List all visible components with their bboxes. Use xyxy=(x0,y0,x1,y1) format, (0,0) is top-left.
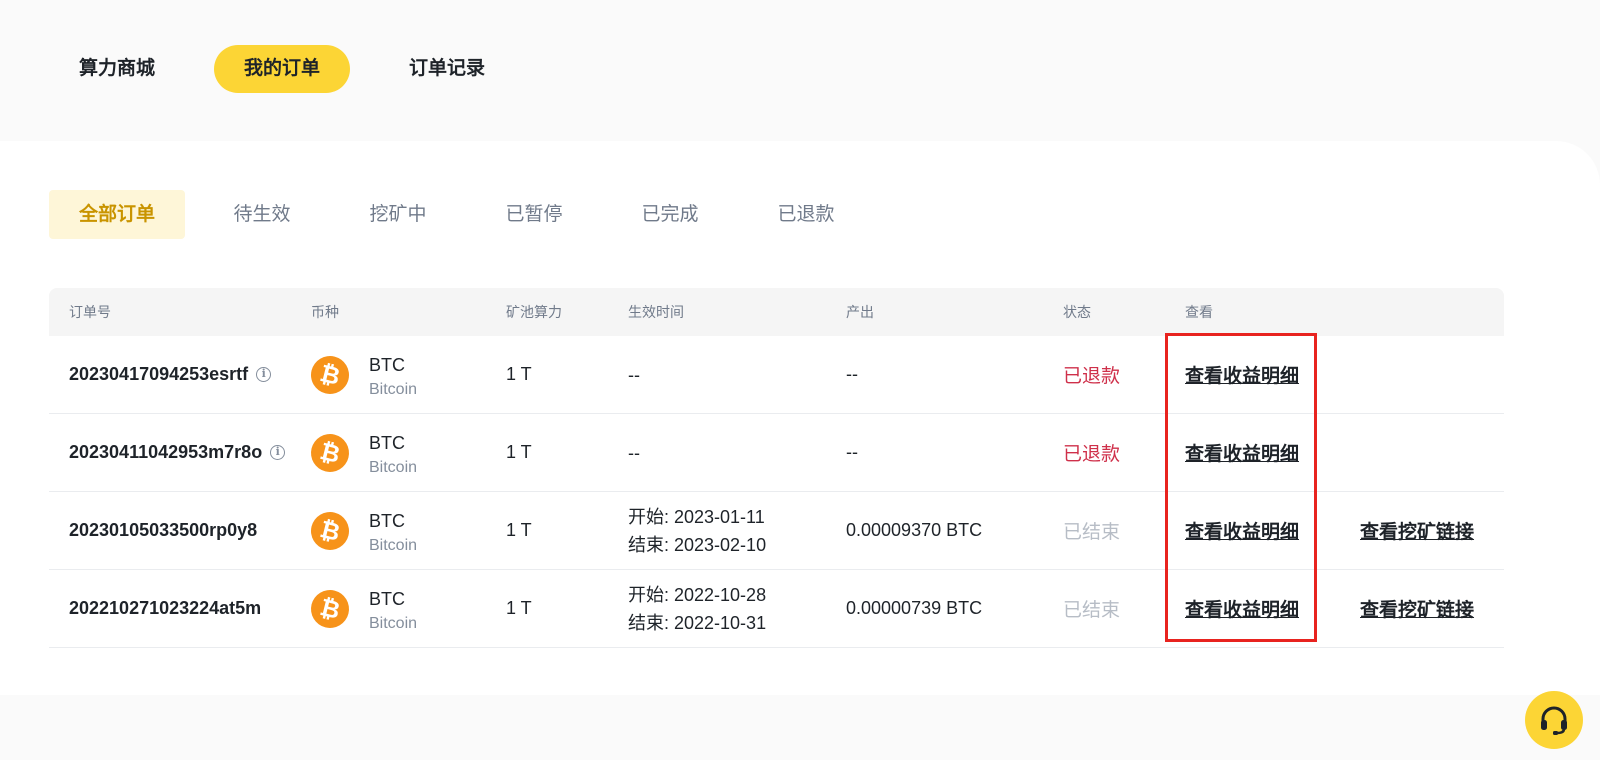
output-value: 0.00009370 BTC xyxy=(846,520,983,540)
coin-name: Bitcoin xyxy=(369,537,418,554)
coin-symbol: BTC xyxy=(369,589,405,609)
time-start: 开始: 2023-01-11 xyxy=(628,506,765,527)
view-earnings-link[interactable]: 查看收益明细 xyxy=(1185,439,1299,466)
mining-link-cell: 查看挖矿链接 xyxy=(1360,492,1474,569)
table-header: 订单号 币种 矿池算力 生效时间 产出 状态 查看 xyxy=(49,288,1504,336)
filter-mining[interactable]: 挖矿中 xyxy=(358,190,438,239)
order-id: 202210271023224at5m xyxy=(69,598,262,618)
header-pool-hashrate: 矿池算力 xyxy=(506,304,562,320)
status-badge: 已结束 xyxy=(1063,600,1121,621)
view-earnings-cell: 查看收益明细 xyxy=(1185,336,1299,413)
bitcoin-icon: ₿ xyxy=(306,507,354,554)
filter-refunded[interactable]: 已退款 xyxy=(766,190,846,239)
hashrate-value: 1 T xyxy=(506,442,532,462)
info-icon[interactable]: i xyxy=(270,445,286,460)
status-badge: 已结束 xyxy=(1063,522,1121,543)
filter-pending[interactable]: 待生效 xyxy=(222,190,302,239)
coin-name: Bitcoin xyxy=(369,459,418,476)
view-mining-link[interactable]: 查看挖矿链接 xyxy=(1360,517,1474,544)
table-row: 20230105033500rp0y8 ₿ BTC Bitcoin 1 T 开始… xyxy=(49,492,1504,570)
filter-paused[interactable]: 已暂停 xyxy=(494,190,574,239)
bitcoin-icon: ₿ xyxy=(306,585,354,632)
header-effective-time: 生效时间 xyxy=(628,304,684,320)
header-coin: 币种 xyxy=(311,304,339,320)
info-icon[interactable]: i xyxy=(256,367,272,382)
time-start: -- xyxy=(628,364,640,385)
hashrate-value: 1 T xyxy=(506,364,532,384)
mining-link-cell: 查看挖矿链接 xyxy=(1360,570,1474,647)
tab-my-orders[interactable]: 我的订单 xyxy=(214,45,350,93)
header-output: 产出 xyxy=(846,304,874,320)
filter-all-orders[interactable]: 全部订单 xyxy=(49,190,185,239)
table-body: 20230417094253esrtf i ₿ BTC Bitcoin 1 T … xyxy=(49,336,1504,648)
order-id: 20230411042953m7r8o xyxy=(69,442,263,462)
hashrate-value: 1 T xyxy=(506,598,532,618)
view-earnings-link[interactable]: 查看收益明细 xyxy=(1185,361,1299,388)
order-id: 20230417094253esrtf xyxy=(69,364,249,384)
time-start: 开始: 2022-10-28 xyxy=(628,584,767,605)
output-value: -- xyxy=(846,364,858,384)
headset-icon xyxy=(1541,706,1567,735)
order-id-cell: 20230411042953m7r8o i xyxy=(69,414,286,491)
status-badge: 已退款 xyxy=(1063,366,1121,387)
view-earnings-cell: 查看收益明细 xyxy=(1185,570,1299,647)
view-earnings-link[interactable]: 查看收益明细 xyxy=(1185,595,1299,622)
status-badge: 已退款 xyxy=(1063,444,1121,465)
bitcoin-icon: ₿ xyxy=(306,351,354,398)
page-footer-area xyxy=(0,695,1600,760)
filter-completed[interactable]: 已完成 xyxy=(630,190,710,239)
header-status: 状态 xyxy=(1063,304,1091,320)
coin-symbol: BTC xyxy=(369,433,405,453)
header-view: 查看 xyxy=(1185,304,1213,320)
view-earnings-cell: 查看收益明细 xyxy=(1185,414,1299,491)
effective-time-cell: -- xyxy=(628,414,640,491)
coin-cell: ₿ BTC Bitcoin xyxy=(306,336,417,413)
coin-name: Bitcoin xyxy=(369,381,418,398)
effective-time-cell: 开始: 2022-10-28 结束: 2022-10-31 xyxy=(628,570,766,647)
effective-time-cell: -- xyxy=(628,336,640,413)
time-end: 结束: 2023-02-10 xyxy=(628,534,767,555)
order-id-cell: 202210271023224at5m xyxy=(69,570,261,647)
coin-name: Bitcoin xyxy=(369,615,418,632)
hashrate-value: 1 T xyxy=(506,520,532,540)
order-id-cell: 20230105033500rp0y8 xyxy=(69,492,257,569)
view-mining-link[interactable]: 查看挖矿链接 xyxy=(1360,595,1474,622)
top-navigation: 算力商城 我的订单 订单记录 xyxy=(0,0,1600,141)
coin-symbol: BTC xyxy=(369,511,405,531)
customer-support-button[interactable] xyxy=(1525,691,1583,749)
coin-symbol: BTC xyxy=(369,355,405,375)
table-row: 20230411042953m7r8o i ₿ BTC Bitcoin 1 T … xyxy=(49,414,1504,492)
orders-table: 订单号 币种 矿池算力 生效时间 产出 状态 查看 20230417094253… xyxy=(49,288,1504,648)
view-earnings-cell: 查看收益明细 xyxy=(1185,492,1299,569)
effective-time-cell: 开始: 2023-01-11 结束: 2023-02-10 xyxy=(628,492,766,569)
view-earnings-link[interactable]: 查看收益明细 xyxy=(1185,517,1299,544)
coin-cell: ₿ BTC Bitcoin xyxy=(306,414,417,491)
time-end: 结束: 2022-10-31 xyxy=(628,612,767,633)
coin-cell: ₿ BTC Bitcoin xyxy=(306,492,417,569)
time-start: -- xyxy=(628,442,640,463)
order-id: 20230105033500rp0y8 xyxy=(69,520,258,540)
tab-hashrate-mall[interactable]: 算力商城 xyxy=(62,45,172,93)
output-value: -- xyxy=(846,442,858,462)
header-order-id: 订单号 xyxy=(69,304,111,320)
order-id-cell: 20230417094253esrtf i xyxy=(69,336,272,413)
table-row: 202210271023224at5m ₿ BTC Bitcoin 1 T 开始… xyxy=(49,570,1504,648)
bitcoin-icon: ₿ xyxy=(306,429,354,476)
orders-panel: 全部订单 待生效 挖矿中 已暂停 已完成 已退款 订单号 币种 矿池算力 生效时… xyxy=(0,141,1600,695)
table-row: 20230417094253esrtf i ₿ BTC Bitcoin 1 T … xyxy=(49,336,1504,414)
output-value: 0.00000739 BTC xyxy=(846,598,983,618)
tab-order-records[interactable]: 订单记录 xyxy=(392,45,502,93)
coin-cell: ₿ BTC Bitcoin xyxy=(306,570,417,647)
